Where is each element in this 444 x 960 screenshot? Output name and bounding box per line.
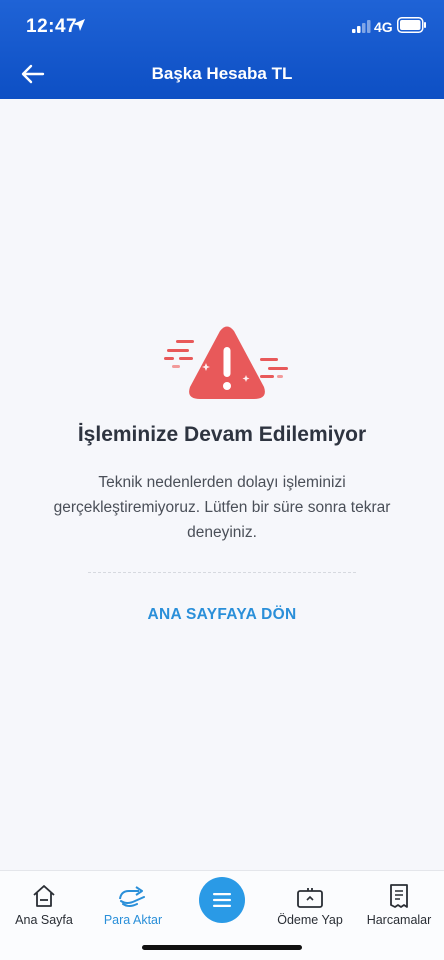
signal-icon [352, 20, 372, 38]
menu-icon [213, 893, 231, 907]
main-menu-button[interactable] [199, 877, 245, 923]
status-time: 12:47 [26, 16, 78, 37]
home-indicator [142, 945, 302, 950]
dashed-divider [88, 572, 356, 573]
return-home-link[interactable]: ANA SAYFAYA DÖN [0, 606, 444, 624]
network-type: 4G [374, 19, 393, 35]
battery-icon [397, 17, 427, 38]
tab-label: Para Aktar [103, 913, 163, 927]
tab-harcamalar[interactable]: Harcamalar [355, 877, 443, 933]
tab-odeme-yap[interactable]: Ödeme Yap [266, 877, 354, 933]
app-header: 12:47 4G Başka Hesaba TL [0, 0, 444, 99]
status-bar: 12:47 4G [0, 0, 444, 52]
home-icon [33, 885, 55, 907]
page-title: Başka Hesaba TL [151, 64, 293, 83]
tab-para-aktar[interactable]: Para Aktar [89, 877, 177, 933]
payment-icon [297, 888, 323, 908]
error-title: İşleminize Devam Edilemiyor [77, 423, 367, 446]
warning-icon [164, 326, 288, 399]
tab-label: Ödeme Yap [277, 913, 343, 927]
receipt-icon [390, 884, 408, 908]
tab-ana-sayfa[interactable]: Ana Sayfa [0, 877, 88, 933]
location-arrow-icon [72, 18, 86, 37]
error-message: Teknik nedenlerden dolayı işleminizi ger… [53, 474, 391, 541]
tab-label: Ana Sayfa [15, 913, 73, 927]
transfer-icon [119, 886, 145, 907]
tab-label: Harcamalar [366, 913, 432, 927]
